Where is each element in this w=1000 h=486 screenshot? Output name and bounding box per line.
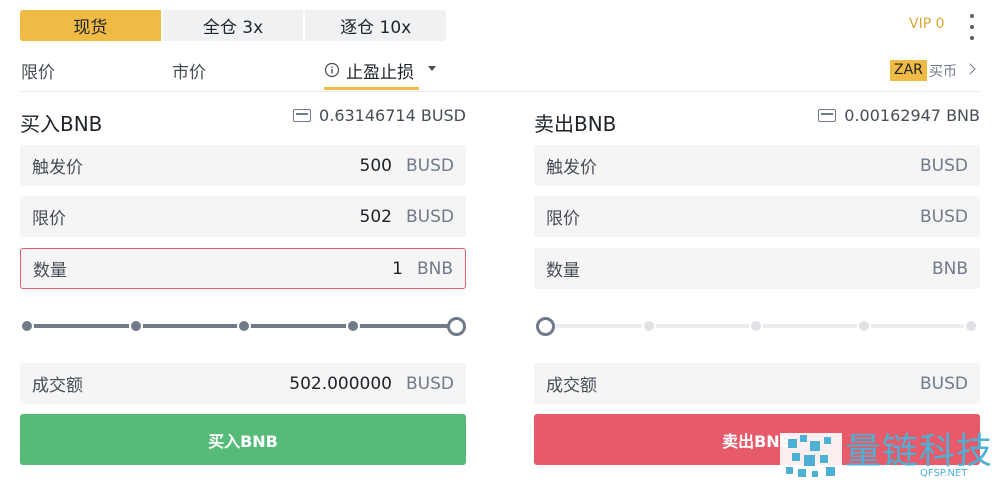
sell-balance-value: 0.00162947 BNB xyxy=(844,106,980,125)
tab-spot[interactable]: 现货 xyxy=(20,10,161,41)
field-unit: BUSD xyxy=(920,373,968,394)
sell-percentage-slider[interactable] xyxy=(536,316,976,336)
field-label: 数量 xyxy=(33,261,67,281)
buy-amount-field[interactable]: 数量 1 BNB xyxy=(20,248,466,289)
field-value[interactable]: 500 xyxy=(83,156,392,176)
field-unit: BUSD xyxy=(406,373,454,394)
tab-cross-margin[interactable]: 全仓 3x xyxy=(162,10,304,41)
sell-panel-title: 卖出BNB xyxy=(534,112,617,136)
field-label: 成交额 xyxy=(32,376,83,396)
buy-percentage-slider[interactable] xyxy=(22,316,466,336)
watermark-url: QFSP.NET xyxy=(920,468,968,479)
slider-handle[interactable] xyxy=(536,317,555,336)
sell-available-balance: 0.00162947 BNB xyxy=(818,106,980,125)
field-unit: BUSD xyxy=(406,206,454,227)
active-tab-indicator xyxy=(324,87,419,90)
slider-step-dot[interactable] xyxy=(751,321,761,331)
field-unit: BNB xyxy=(931,258,968,279)
buy-crypto-currency-badge[interactable]: ZAR xyxy=(890,60,927,81)
chevron-right-icon[interactable] xyxy=(964,63,976,75)
tab-limit[interactable]: 限价 xyxy=(21,58,55,83)
slider-step-dot[interactable] xyxy=(966,321,976,331)
field-unit: BUSD xyxy=(920,206,968,227)
buy-balance-value: 0.63146714 BUSD xyxy=(319,106,466,125)
buy-button[interactable]: 买入BNB xyxy=(20,414,466,465)
tab-stop-limit[interactable]: 止盈止损 xyxy=(346,58,414,83)
slider-step-dot[interactable] xyxy=(22,321,32,331)
wallet-icon xyxy=(293,109,312,122)
field-unit: BUSD xyxy=(406,155,454,176)
field-unit: BUSD xyxy=(920,155,968,176)
info-icon[interactable] xyxy=(324,62,340,78)
wallet-icon xyxy=(818,109,837,122)
buy-available-balance: 0.63146714 BUSD xyxy=(293,106,466,125)
buy-crypto-link[interactable]: 买币 xyxy=(929,61,957,81)
more-options-icon[interactable] xyxy=(966,14,978,40)
field-label: 限价 xyxy=(32,209,66,229)
sell-trigger-price-field[interactable]: 触发价 BUSD xyxy=(534,145,980,186)
divider xyxy=(20,91,980,92)
buy-trigger-price-field[interactable]: 触发价 500 BUSD xyxy=(20,145,466,186)
field-label: 成交额 xyxy=(546,376,597,396)
slider-step-dot[interactable] xyxy=(347,321,358,331)
slider-step-dot[interactable] xyxy=(130,321,141,331)
field-value[interactable]: 502.000000 xyxy=(83,374,392,394)
chevron-down-icon[interactable] xyxy=(428,66,436,71)
field-label: 触发价 xyxy=(546,158,597,178)
slider-step-dot[interactable] xyxy=(239,321,249,331)
sell-amount-field[interactable]: 数量 BNB xyxy=(534,248,980,289)
buy-total-field[interactable]: 成交额 502.000000 BUSD xyxy=(20,363,466,404)
slider-step-dot[interactable] xyxy=(858,321,869,331)
field-value[interactable]: 1 xyxy=(67,259,403,279)
trading-mode-tabs: 现货 全仓 3x 逐仓 10x xyxy=(20,10,447,41)
field-value[interactable]: 502 xyxy=(66,207,392,227)
tab-isolated-margin[interactable]: 逐仓 10x xyxy=(305,10,447,41)
field-label: 限价 xyxy=(546,209,580,229)
vip-level-link[interactable]: VIP 0 xyxy=(909,16,945,32)
sell-total-field[interactable]: 成交额 BUSD xyxy=(534,363,980,404)
sell-limit-price-field[interactable]: 限价 BUSD xyxy=(534,196,980,237)
slider-step-dot[interactable] xyxy=(643,321,654,331)
buy-limit-price-field[interactable]: 限价 502 BUSD xyxy=(20,196,466,237)
watermark-title: 量链科技 xyxy=(845,431,994,472)
field-label: 触发价 xyxy=(32,158,83,178)
buy-panel-title: 买入BNB xyxy=(20,112,103,136)
slider-handle[interactable] xyxy=(447,317,466,336)
tab-market[interactable]: 市价 xyxy=(172,58,206,83)
field-label: 数量 xyxy=(546,261,580,281)
field-unit: BNB xyxy=(416,258,453,279)
